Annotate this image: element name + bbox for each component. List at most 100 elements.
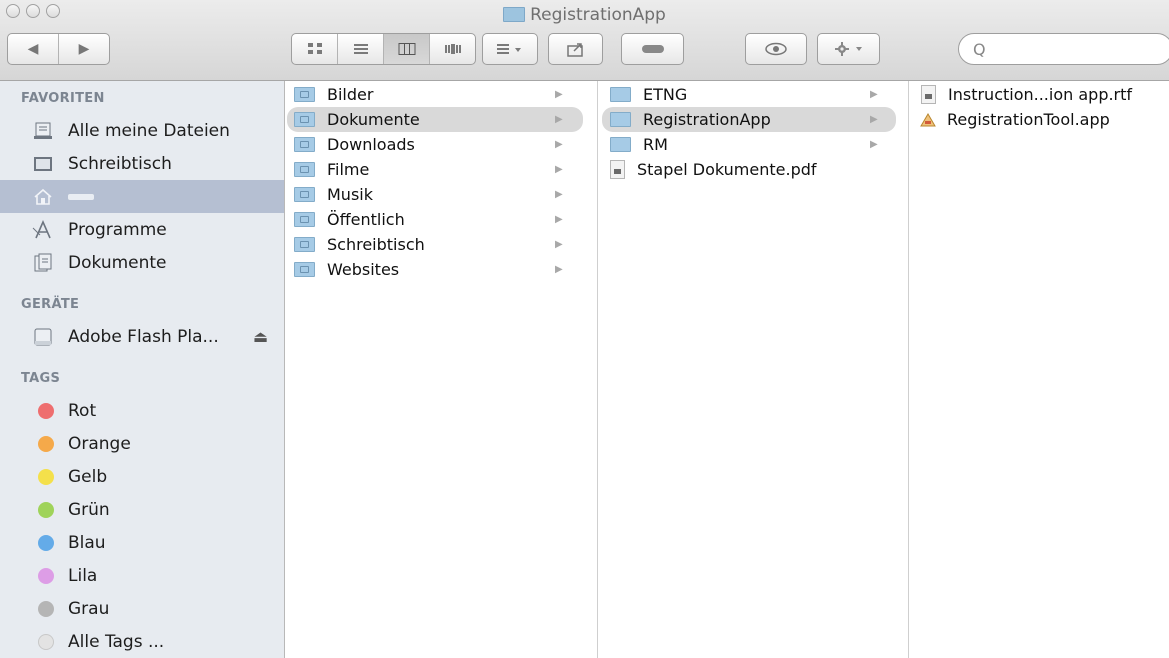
tag-dot-icon [38, 600, 54, 617]
sidebar-tag-lila[interactable]: Lila [0, 559, 284, 592]
tag-dot-icon [38, 567, 54, 584]
sidebar-item-documents[interactable]: Dokumente [0, 246, 284, 279]
tag-dot-icon [38, 402, 54, 419]
sidebar-tag-orange[interactable]: Orange [0, 427, 284, 460]
sidebar-tag-rot[interactable]: Rot [0, 394, 284, 427]
sidebar-tag-gelb[interactable]: Gelb [0, 460, 284, 493]
disclosure-arrow-icon: ▶ [555, 239, 563, 250]
forward-button[interactable]: ▶ [59, 34, 109, 64]
folder-row[interactable]: Downloads [294, 132, 584, 157]
disclosure-arrow-icon: ▶ [555, 164, 563, 175]
tags-button[interactable] [621, 33, 684, 65]
folder-icon [503, 7, 526, 22]
folder-row[interactable]: Schreibtisch [294, 232, 584, 257]
disclosure-arrow-icon: ▶ [555, 189, 563, 200]
disclosure-arrow-icon: ▶ [555, 114, 563, 125]
sidebar-item-applications[interactable]: Programme [0, 213, 284, 246]
folder-row-selected[interactable]: Dokumente [287, 107, 583, 132]
coverflow-view-icon [444, 44, 461, 54]
disclosure-arrow-icon: ▶ [870, 139, 878, 150]
app-icon [919, 112, 937, 128]
tag-dot-icon [38, 534, 54, 551]
folder-icon [610, 112, 631, 127]
sidebar-tag-gruen[interactable]: Grün [0, 493, 284, 526]
sidebar-tag-blau[interactable]: Blau [0, 526, 284, 559]
rtf-file-icon [921, 85, 936, 104]
sidebar-section-devices: GERÄTE [21, 297, 80, 312]
column-registrationapp: Instruction...ion app.rtf RegistrationTo… [909, 81, 1169, 658]
titlebar: RegistrationApp ◀ ▶ Q [0, 0, 1169, 81]
tag-icon [641, 45, 664, 53]
nav-back-forward: ◀ ▶ [7, 33, 110, 65]
arrange-button[interactable] [482, 33, 538, 65]
file-row[interactable]: Instruction...ion app.rtf [921, 82, 1166, 107]
disk-icon [32, 327, 54, 347]
list-view-icon [353, 44, 368, 54]
folder-row[interactable]: ETNG [610, 82, 895, 107]
column-view-button[interactable] [384, 34, 430, 64]
finder-window: RegistrationApp ◀ ▶ Q FAVORITEN Alle mei… [0, 0, 1169, 658]
window-title: RegistrationApp [0, 4, 1169, 26]
tag-dot-icon [38, 633, 54, 650]
grid-arrange-icon [497, 44, 521, 54]
sidebar-tag-grau[interactable]: Grau [0, 592, 284, 625]
disclosure-arrow-icon: ▶ [555, 89, 563, 100]
folder-row[interactable]: Filme [294, 157, 584, 182]
coverflow-view-button[interactable] [430, 34, 475, 64]
search-input[interactable]: Q [958, 33, 1169, 65]
disclosure-arrow-icon: ▶ [555, 214, 563, 225]
sidebar: FAVORITEN Alle meine Dateien Schreibtisc… [0, 81, 285, 658]
folder-row[interactable]: Bilder [294, 82, 584, 107]
sidebar-item-home[interactable] [0, 180, 284, 213]
folder-icon [294, 262, 315, 277]
sidebar-item-desktop[interactable]: Schreibtisch [0, 147, 284, 180]
action-button[interactable] [817, 33, 880, 65]
folder-icon [294, 237, 315, 252]
back-button[interactable]: ◀ [8, 34, 59, 64]
share-icon [566, 43, 583, 57]
file-row[interactable]: Stapel Dokumente.pdf [610, 157, 895, 182]
folder-icon [294, 212, 315, 227]
folder-icon [294, 187, 315, 202]
column-home: Bilder Dokumente Downloads Filme Musik Ö… [285, 81, 598, 658]
disclosure-arrow-icon: ▶ [870, 114, 878, 125]
list-view-button[interactable] [338, 34, 384, 64]
disclosure-arrow-icon: ▶ [555, 139, 563, 150]
applications-icon [32, 219, 54, 240]
documents-icon [32, 253, 54, 273]
share-button[interactable] [548, 33, 603, 65]
folder-row[interactable]: Öffentlich [294, 207, 584, 232]
quicklook-button[interactable] [745, 33, 807, 65]
disclosure-arrow-icon: ▶ [870, 89, 878, 100]
icon-view-button[interactable] [292, 34, 338, 64]
desktop-icon [32, 154, 54, 174]
folder-icon [294, 137, 315, 152]
folder-icon [294, 87, 315, 102]
all-files-icon [32, 121, 54, 141]
folder-row[interactable]: Musik [294, 182, 584, 207]
sidebar-tag-all[interactable]: Alle Tags ... [0, 625, 284, 658]
disclosure-arrow-icon: ▶ [555, 264, 563, 275]
sidebar-item-all-files[interactable]: Alle meine Dateien [0, 114, 284, 147]
search-icon: Q [973, 39, 986, 59]
pdf-file-icon [610, 160, 625, 179]
gear-icon [834, 42, 862, 56]
tag-dot-icon [38, 501, 54, 518]
sidebar-item-device[interactable]: Adobe Flash Pla... ⏏ [0, 320, 284, 353]
folder-row[interactable]: Websites [294, 257, 584, 282]
folder-row[interactable]: RM [610, 132, 895, 157]
sidebar-section-favorites: FAVORITEN [21, 91, 105, 106]
view-mode-switcher [291, 33, 476, 65]
folder-icon [294, 162, 315, 177]
eject-icon[interactable]: ⏏ [253, 327, 268, 346]
column-dokumente: ETNG RegistrationApp RM Stapel Dokumente… [598, 81, 909, 658]
file-row[interactable]: RegistrationTool.app [919, 107, 1166, 132]
sidebar-section-tags: TAGS [21, 371, 61, 386]
folder-icon [294, 112, 315, 127]
eye-icon [765, 42, 787, 56]
folder-row-selected[interactable]: RegistrationApp [602, 107, 896, 132]
tag-dot-icon [38, 468, 54, 485]
folder-icon [610, 137, 631, 152]
column-view-icon [398, 43, 415, 55]
home-label-redacted [68, 193, 94, 200]
